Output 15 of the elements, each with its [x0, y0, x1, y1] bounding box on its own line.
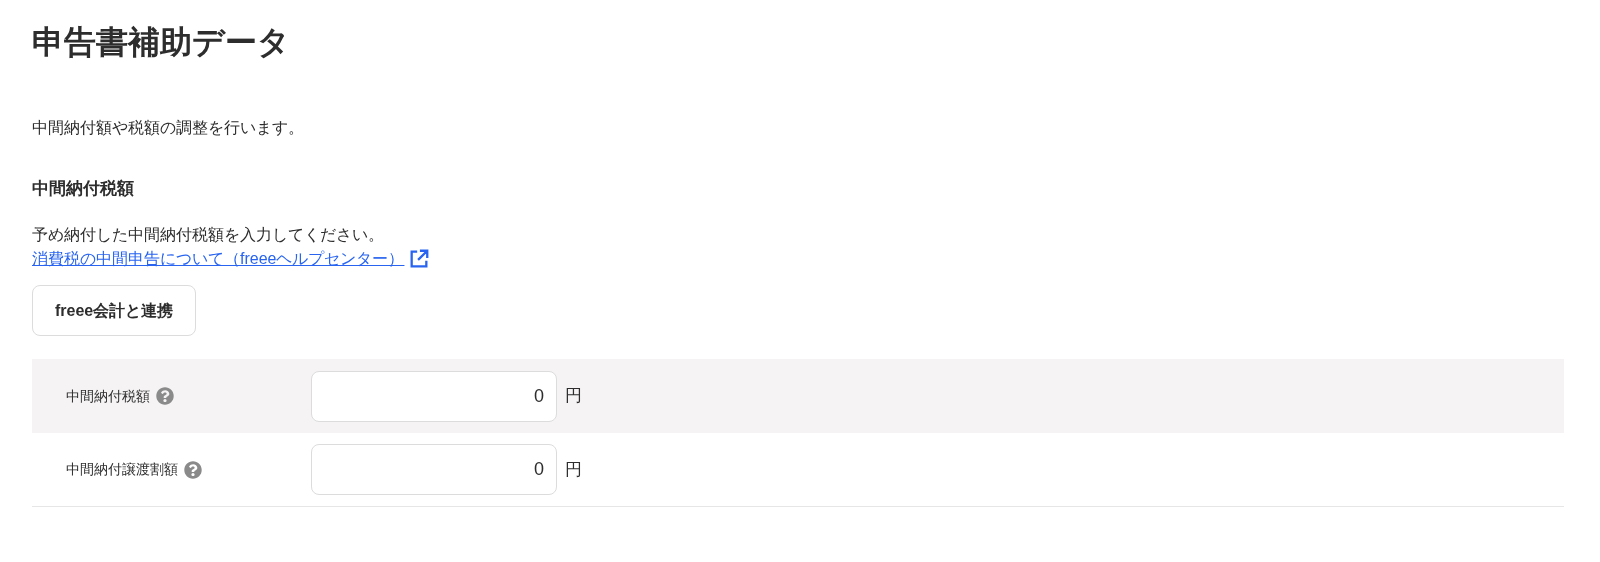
page-title: 申告書補助データ — [32, 23, 290, 62]
section-heading: 中間納付税額 — [32, 178, 134, 200]
amount-field[interactable]: 0 — [311, 370, 557, 422]
external-link-icon — [408, 248, 431, 270]
help-link[interactable]: 消費税の中間申告について（freeeヘルプセンター） — [32, 247, 431, 271]
field-label: 中間納付譲渡割額 — [66, 460, 178, 479]
help-icon[interactable] — [156, 387, 174, 405]
page-description: 中間納付額や税額の調整を行います。 — [32, 118, 304, 138]
help-icon[interactable] — [184, 460, 202, 479]
section-text: 予め納付した中間納付税額を入力してください。 — [32, 225, 384, 245]
link-accounting-button[interactable]: freee会計と連携 — [32, 285, 197, 336]
unit-label: 円 — [565, 385, 582, 408]
field-label: 中間納付税額 — [66, 386, 150, 406]
amount-field[interactable]: 0 — [311, 444, 557, 495]
unit-label: 円 — [565, 458, 582, 481]
